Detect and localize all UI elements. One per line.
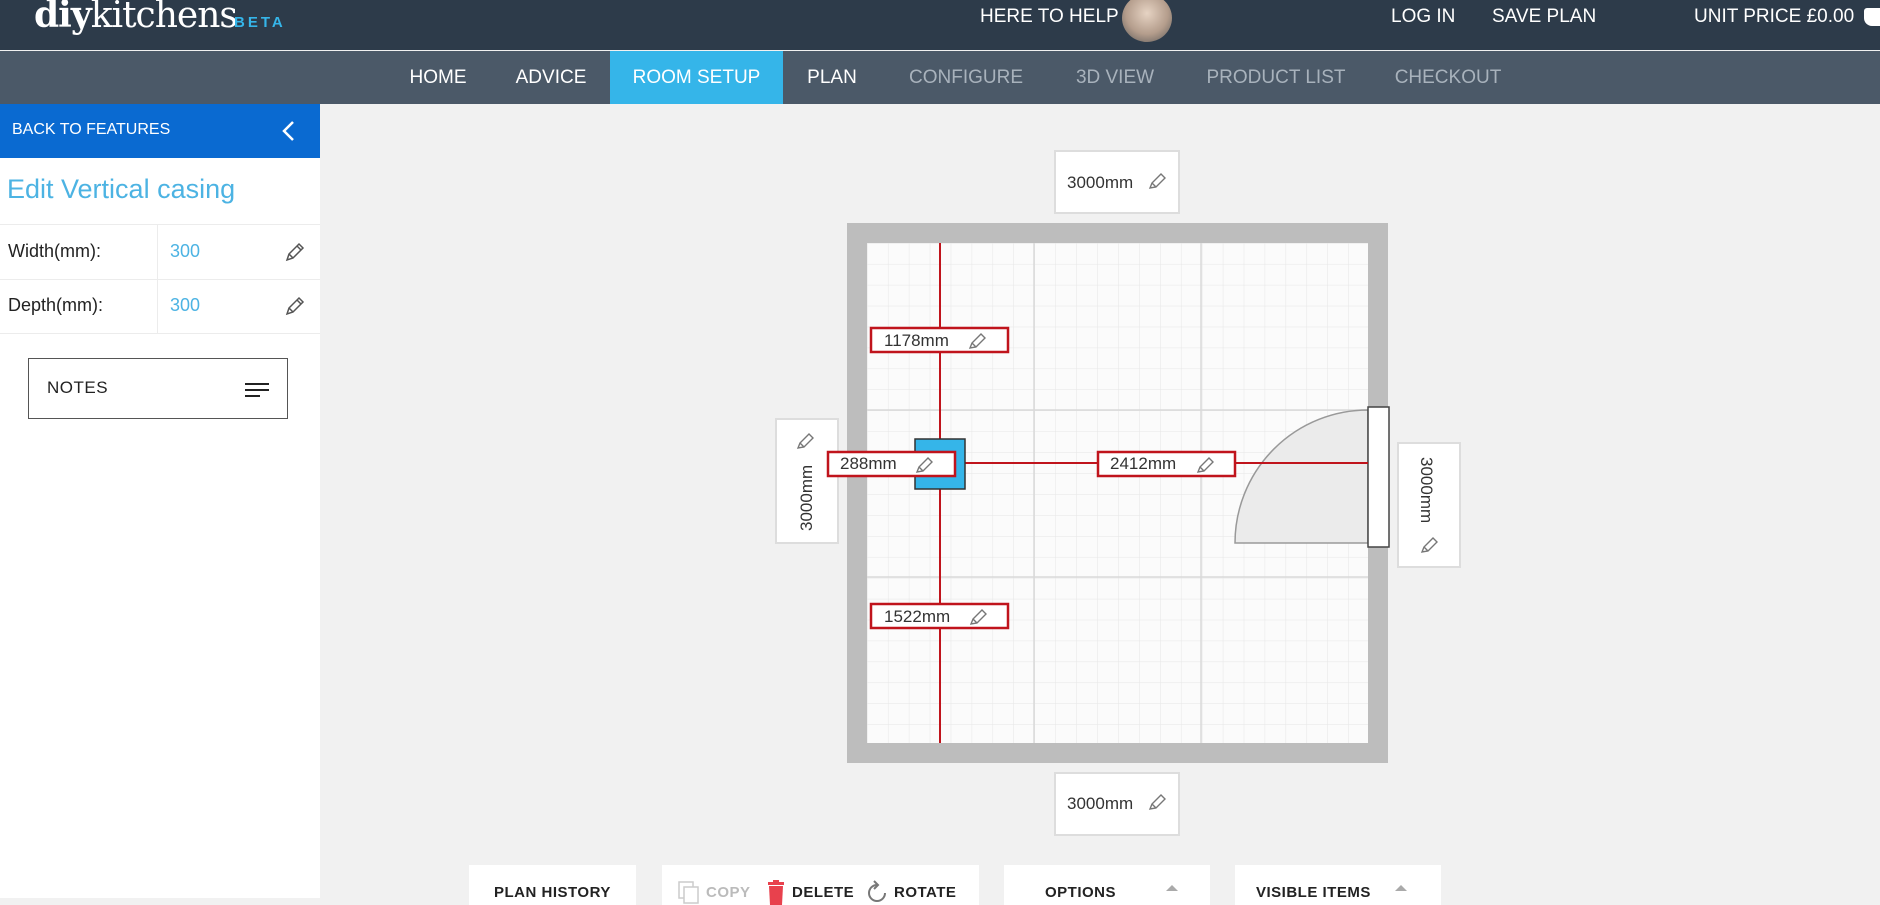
visible-items-menu[interactable]: VISIBLE ITEMS <box>1235 865 1441 905</box>
top-wall-length: 3000mm <box>1067 173 1133 192</box>
top-wall-dimension[interactable]: 3000mm <box>1054 150 1180 214</box>
copy-icon <box>678 881 699 904</box>
distance-left-value: 288mm <box>840 454 897 473</box>
distance-top-label[interactable]: 1178mm <box>869 326 1010 354</box>
options-menu[interactable]: OPTIONS <box>1004 865 1210 905</box>
left-wall-dimension[interactable]: 3000mm <box>775 418 839 544</box>
options-label: OPTIONS <box>1045 884 1117 901</box>
delete-trash-icon <box>768 880 784 905</box>
distance-bottom-value: 1522mm <box>884 607 950 626</box>
distance-top-value: 1178mm <box>884 331 949 350</box>
edit-actions-panel: COPY DELETE ROTATE <box>662 865 979 905</box>
right-wall-length: 3000mm <box>1417 457 1436 523</box>
right-wall-dimension[interactable]: 3000mm <box>1397 442 1461 568</box>
distance-right-value: 2412mm <box>1110 454 1176 473</box>
bottom-wall-length: 3000mm <box>1067 794 1133 813</box>
left-wall-length: 3000mm <box>797 465 816 531</box>
rotate-button[interactable]: ROTATE <box>894 884 956 901</box>
room-plan-canvas[interactable]: 3000mm 3000mm 3000mm 3000mm 1178mm 1522m… <box>0 0 1880 898</box>
plan-history-button[interactable]: PLAN HISTORY <box>469 865 636 905</box>
door[interactable] <box>1367 406 1390 548</box>
visible-items-label: VISIBLE ITEMS <box>1256 884 1371 901</box>
copy-button[interactable]: COPY <box>706 884 751 901</box>
caret-up-icon <box>1395 885 1407 891</box>
delete-button[interactable]: DELETE <box>792 884 854 901</box>
distance-bottom-label[interactable]: 1522mm <box>869 602 1010 630</box>
bottom-wall-dimension[interactable]: 3000mm <box>1054 772 1180 836</box>
distance-left-label[interactable]: 288mm <box>826 450 957 478</box>
plan-history-label: PLAN HISTORY <box>494 884 611 901</box>
caret-up-icon <box>1166 885 1178 891</box>
distance-right-label[interactable]: 2412mm <box>1096 450 1237 478</box>
rotate-icon <box>868 880 886 902</box>
